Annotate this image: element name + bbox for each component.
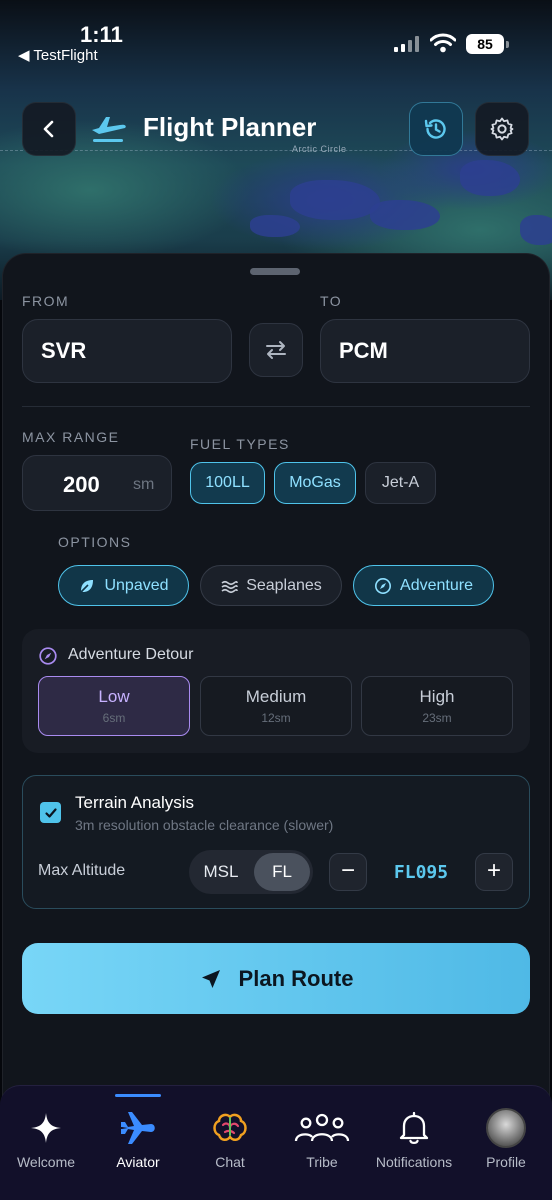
detour-level-name: Medium — [245, 687, 307, 706]
fuel-types-label: FUEL TYPES — [190, 436, 290, 452]
altitude-mode-msl[interactable]: MSL — [192, 853, 250, 891]
option-adventure-label: Adventure — [400, 576, 473, 594]
tab-tribe[interactable]: Tribe — [276, 1108, 368, 1170]
altitude-increment-button[interactable]: + — [475, 853, 513, 891]
tab-chat[interactable]: Chat — [184, 1108, 276, 1170]
detour-level-name: Low — [98, 687, 130, 706]
option-seaplanes[interactable]: Seaplanes — [200, 565, 342, 606]
detour-level-medium[interactable]: Medium 12sm — [200, 676, 352, 736]
detour-level-low[interactable]: Low 6sm — [38, 676, 190, 736]
back-button[interactable] — [22, 102, 76, 156]
tab-label: Profile — [486, 1154, 526, 1170]
divider — [22, 406, 530, 407]
from-label: FROM — [22, 293, 70, 309]
battery-indicator: 85 — [466, 34, 509, 54]
option-unpaved[interactable]: Unpaved — [58, 565, 189, 606]
arctic-circle-label: Arctic Circle — [292, 144, 347, 154]
page-title: Flight Planner — [143, 112, 317, 142]
back-to-testflight[interactable]: ◀ TestFlight — [18, 46, 98, 64]
sparkle-icon — [31, 1113, 61, 1143]
option-adventure[interactable]: Adventure — [353, 565, 494, 606]
to-label: TO — [320, 293, 343, 309]
to-field[interactable]: PCM — [320, 319, 530, 383]
adventure-detour-title: Adventure Detour — [68, 646, 194, 663]
history-icon — [424, 119, 446, 139]
brain-icon — [213, 1113, 247, 1141]
options-label: OPTIONS — [58, 534, 132, 550]
altitude-value: FL095 — [393, 862, 449, 883]
detour-level-distance: 23sm — [422, 711, 452, 725]
detour-level-distance: 6sm — [102, 711, 126, 725]
compass-icon — [375, 577, 392, 594]
detour-level-name: High — [419, 687, 455, 706]
terrain-analysis-subtitle: 3m resolution obstacle clearance (slower… — [75, 817, 334, 833]
option-unpaved-label: Unpaved — [104, 576, 169, 594]
airplane-icon — [92, 117, 126, 142]
max-range-value: 200 — [63, 472, 100, 497]
detour-level-high[interactable]: High 23sm — [361, 676, 513, 736]
from-field[interactable]: SVR — [22, 319, 232, 383]
tab-label: Notifications — [375, 1154, 453, 1170]
tab-label: Chat — [215, 1154, 245, 1170]
detour-level-distance: 12sm — [261, 711, 291, 725]
max-range-input[interactable]: 200 sm — [22, 455, 172, 511]
altitude-mode-fl[interactable]: FL — [254, 853, 310, 891]
swap-button[interactable] — [249, 323, 303, 377]
wifi-icon — [430, 33, 456, 53]
chevron-left-icon — [43, 120, 54, 138]
tab-aviator[interactable]: Aviator — [92, 1108, 184, 1170]
bell-icon — [399, 1111, 429, 1145]
status-bar: 1:11 ◀ TestFlight 85 — [0, 0, 552, 70]
swap-icon — [266, 341, 286, 359]
settings-button[interactable] — [475, 102, 529, 156]
waves-icon — [221, 580, 238, 593]
fuel-chip-100ll[interactable]: 100LL — [190, 462, 265, 504]
max-range-label: MAX RANGE — [22, 429, 120, 445]
history-button[interactable] — [409, 102, 463, 156]
tab-label: Tribe — [306, 1154, 338, 1170]
fuel-chip-jet-a[interactable]: Jet-A — [365, 462, 436, 504]
gear-icon — [490, 117, 514, 141]
option-seaplanes-label: Seaplanes — [246, 576, 322, 594]
airplane-icon — [121, 1112, 155, 1144]
terrain-analysis-checkbox[interactable] — [40, 802, 61, 823]
fuel-chip-mogas[interactable]: MoGas — [274, 462, 356, 504]
group-icon — [294, 1113, 350, 1142]
sheet-grabber[interactable] — [250, 268, 300, 275]
tab-notifications[interactable]: Notifications — [368, 1108, 460, 1170]
checkmark-icon — [44, 807, 57, 818]
compass-icon — [39, 647, 57, 665]
tab-label: Welcome — [16, 1154, 76, 1170]
signal-icon — [394, 36, 420, 52]
max-range-unit: sm — [133, 476, 155, 493]
plan-route-button[interactable]: Plan Route — [22, 943, 530, 1014]
navigation-arrow-icon — [201, 969, 220, 988]
tab-label: Aviator — [116, 1154, 160, 1170]
status-time: 1:11 — [80, 22, 123, 47]
avatar — [486, 1108, 526, 1148]
leaf-icon — [80, 579, 94, 593]
tab-welcome[interactable]: Welcome — [0, 1108, 92, 1170]
tab-profile[interactable]: Profile — [460, 1108, 552, 1170]
tab-active-indicator — [115, 1094, 161, 1097]
altitude-decrement-button[interactable]: − — [329, 853, 367, 891]
plan-route-label: Plan Route — [238, 965, 354, 991]
max-altitude-label: Max Altitude — [38, 862, 126, 879]
terrain-analysis-title: Terrain Analysis — [75, 793, 195, 812]
arctic-circle-line — [0, 150, 552, 151]
